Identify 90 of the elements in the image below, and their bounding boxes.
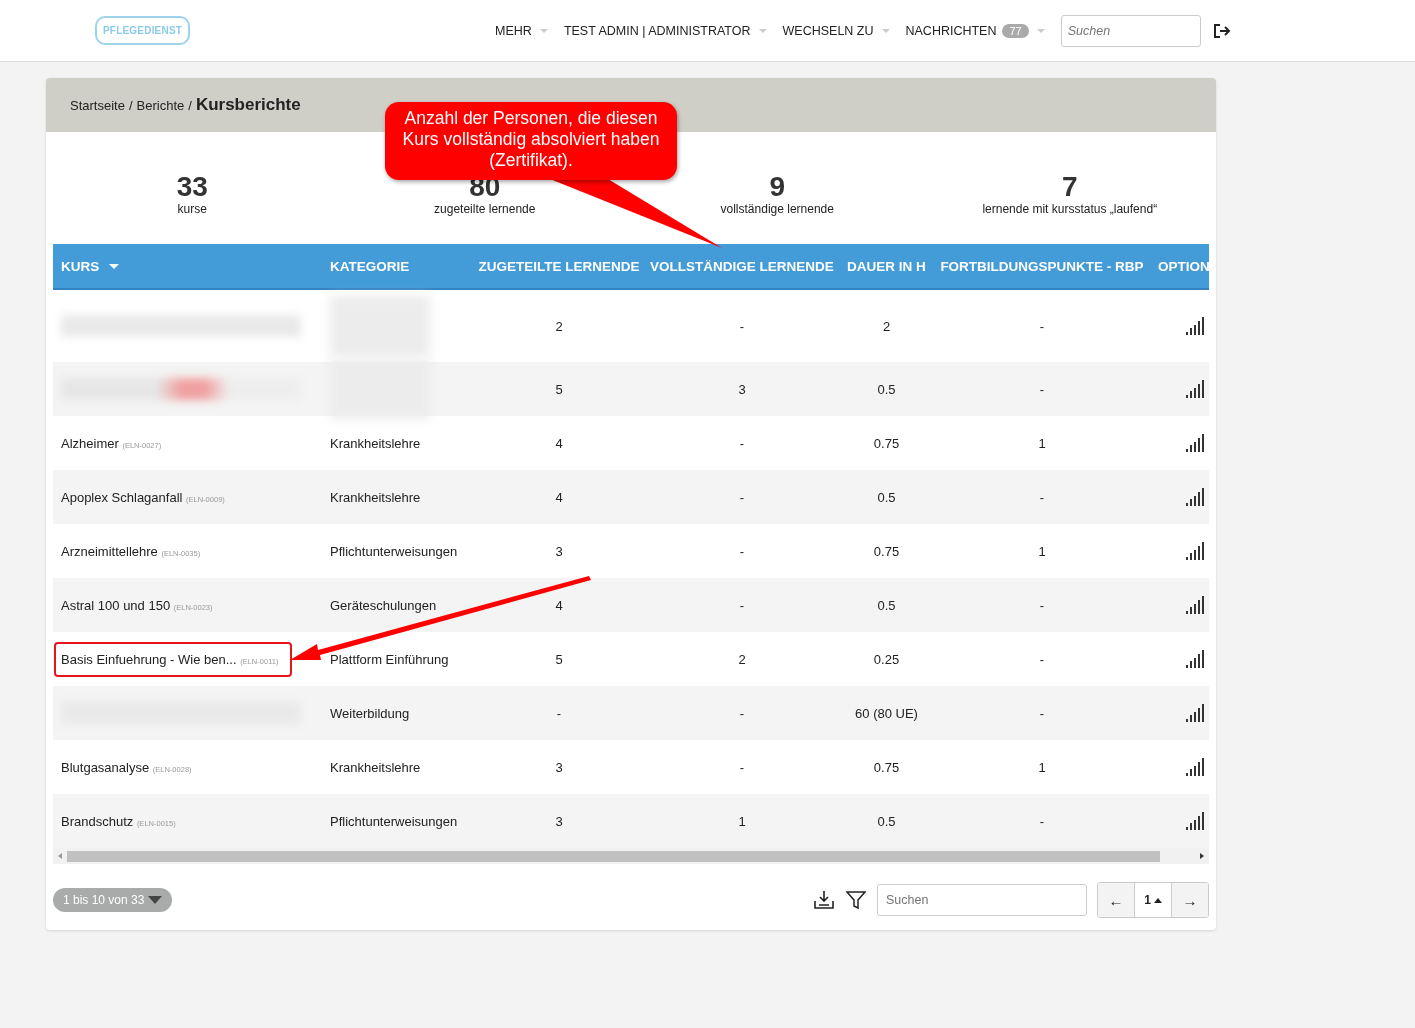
- table-cell: 1: [1038, 435, 1046, 451]
- table-cell: 3: [555, 813, 563, 829]
- bar-chart-icon[interactable]: [1185, 649, 1207, 669]
- table-cell: 4: [555, 597, 563, 613]
- table-cell: 3: [555, 543, 563, 559]
- caret-icon: [758, 28, 767, 33]
- table-cell: 5: [555, 651, 563, 667]
- page-title: Kursberichte: [195, 95, 301, 115]
- bar-chart-icon[interactable]: [1185, 757, 1207, 777]
- search-field[interactable]: Suchen: [1060, 14, 1201, 47]
- filter-icon[interactable]: [846, 890, 866, 910]
- table-cell: 5: [555, 381, 563, 397]
- table-cell: -: [739, 435, 745, 451]
- messages-menu[interactable]: NACHRICHTEN: [905, 23, 997, 38]
- bar-chart-icon[interactable]: [1185, 703, 1207, 723]
- table-cell: 2: [882, 318, 891, 334]
- breadcrumb-separator: /: [128, 97, 133, 113]
- table-cell: -: [1039, 597, 1045, 613]
- breadcrumb-separator: /: [188, 97, 192, 113]
- table-cell: -: [739, 489, 745, 505]
- caret-icon: [1036, 28, 1045, 33]
- bar-chart-icon[interactable]: [1185, 811, 1207, 831]
- table-cell: Krankheitslehre: [330, 435, 421, 451]
- table-cell: 0.75: [873, 543, 900, 559]
- table-cell: -: [739, 759, 745, 775]
- nav-menu[interactable]: MEHR: [495, 23, 532, 38]
- table-cell: Krankheitslehre: [330, 489, 421, 505]
- caret-icon: [881, 28, 890, 33]
- search-field[interactable]: Suchen: [877, 884, 1087, 916]
- table-cell: 4: [555, 435, 563, 451]
- breadcrumb-link[interactable]: Startseite: [70, 97, 125, 113]
- table-cell: 0.5: [877, 813, 896, 829]
- table-cell: 2: [555, 318, 563, 334]
- table-cell: 0.75: [873, 759, 900, 775]
- table-cell: -: [1039, 489, 1045, 505]
- table-cell: -: [1039, 381, 1045, 397]
- table-cell: 1: [738, 813, 746, 829]
- sort-icon[interactable]: [109, 263, 120, 269]
- table-cell: 3: [555, 759, 563, 775]
- breadcrumb-link[interactable]: Berichte: [136, 97, 185, 113]
- caret-icon: [539, 28, 548, 33]
- table-cell: -: [1039, 813, 1045, 829]
- bar-chart-icon[interactable]: [1185, 316, 1207, 336]
- bar-chart-icon[interactable]: [1185, 595, 1207, 615]
- table-cell: -: [1039, 318, 1045, 334]
- table-cell: 0.5: [877, 381, 896, 397]
- message-count: 77: [1002, 23, 1029, 38]
- stat-label: kurse: [177, 202, 207, 216]
- table-cell: 1: [1038, 759, 1046, 775]
- logout-icon[interactable]: [1212, 22, 1231, 39]
- stat-value: 33: [176, 172, 208, 202]
- horizontal-scrollbar[interactable]: [53, 848, 1209, 864]
- table-cell: Pflichtunterweisungen: [330, 543, 458, 559]
- table-cell: 3: [738, 381, 746, 397]
- table-cell: Krankheitslehre: [330, 759, 421, 775]
- stat-label: zugeteilte lernende: [434, 202, 536, 216]
- stat-value: 7: [1061, 172, 1078, 202]
- next-page-button[interactable]: →: [1172, 883, 1208, 917]
- table-cell: Plattform Einführung: [330, 651, 449, 667]
- user-menu[interactable]: TEST ADMIN | ADMINISTRATOR: [563, 23, 751, 38]
- table-cell: Geräteschulungen: [330, 597, 437, 613]
- previous-page-button[interactable]: ←: [1098, 883, 1134, 917]
- bar-chart-icon[interactable]: [1185, 379, 1207, 399]
- table-cell: -: [556, 705, 562, 721]
- table-cell: 0.5: [877, 597, 896, 613]
- download-icon[interactable]: [813, 890, 835, 910]
- table-cell: -: [1039, 705, 1045, 721]
- bar-chart-icon[interactable]: [1185, 541, 1207, 561]
- table-cell: 2: [738, 651, 746, 667]
- table-cell: 0.5: [877, 489, 896, 505]
- table-cell: -: [739, 705, 745, 721]
- table-cell: -: [739, 318, 745, 334]
- stat-label: vollständige lernende: [720, 202, 834, 216]
- callout-bubble: Anzahl der Personen, die diesen Kurs vollständig absolviert haben (Zertifikat).: [385, 102, 677, 180]
- table-cell: 0.75: [873, 435, 900, 451]
- nav-menu[interactable]: WECHSELN ZU: [782, 23, 874, 38]
- page-button[interactable]: 1: [1134, 883, 1172, 917]
- stat-value: 9: [769, 172, 786, 202]
- table-cell: 0.25: [873, 651, 900, 667]
- table-cell: Pflichtunterweisungen: [330, 813, 458, 829]
- table-cell: 1: [1038, 543, 1046, 559]
- bar-chart-icon[interactable]: [1185, 433, 1207, 453]
- table-cell: -: [1039, 651, 1045, 667]
- table-cell: Weiterbildung: [330, 705, 410, 721]
- table-cell: 60 (80 UE): [855, 705, 918, 721]
- bar-chart-icon[interactable]: [1185, 487, 1207, 507]
- table-cell: -: [739, 543, 745, 559]
- stat-label: lernende mit kursstatus „laufend“: [982, 202, 1158, 216]
- table-cell: -: [739, 597, 745, 613]
- table-cell: 4: [555, 489, 563, 505]
